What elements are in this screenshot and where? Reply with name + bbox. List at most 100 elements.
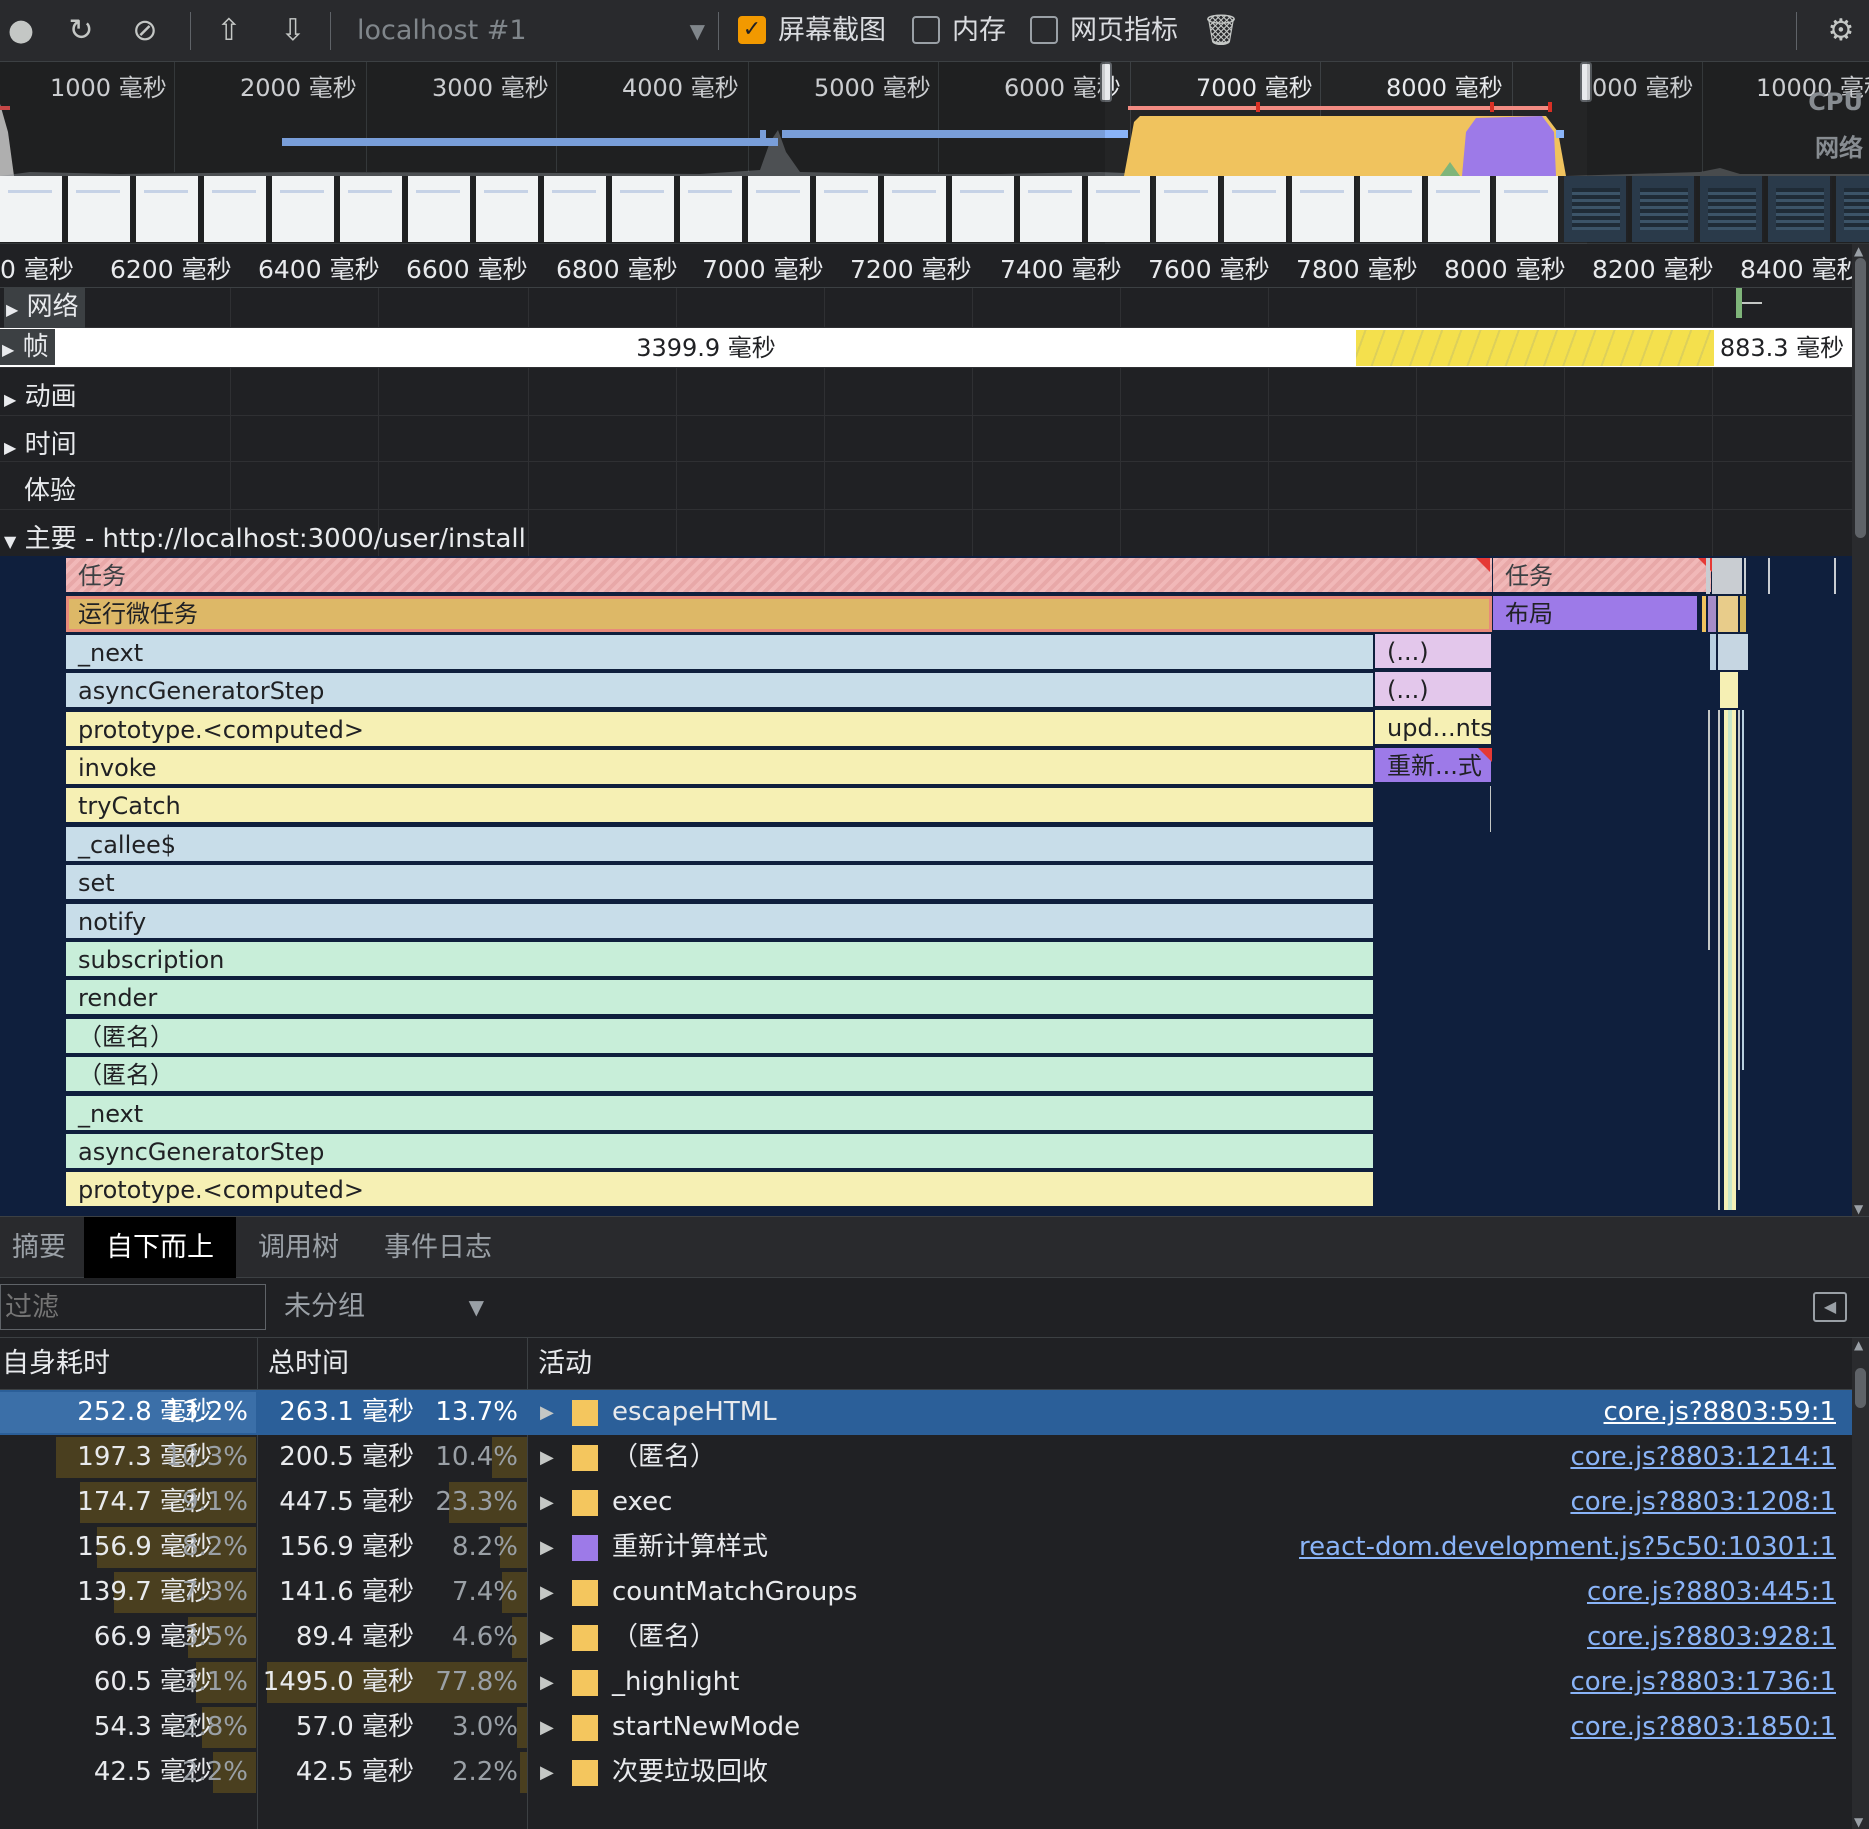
screenshot-thumbnail[interactable] <box>136 176 200 242</box>
flame-entry[interactable]: upd...nts <box>1375 710 1491 746</box>
network-track[interactable]: ▶ 网络 <box>0 288 1852 329</box>
screenshot-thumbnail[interactable] <box>1836 176 1869 242</box>
expand-row-icon[interactable]: ▶ <box>540 1705 554 1750</box>
source-link[interactable]: core.js?8803:1208:1 <box>1570 1480 1836 1525</box>
flame-entry[interactable]: subscription <box>66 942 1373 978</box>
screenshot-thumbnail[interactable] <box>408 176 472 242</box>
flame-entry[interactable]: _next <box>66 1095 1373 1132</box>
expand-row-icon[interactable]: ▶ <box>540 1480 554 1525</box>
screenshot-thumbnail[interactable] <box>544 176 608 242</box>
screenshot-thumbnail[interactable] <box>1700 176 1764 242</box>
grouping-select[interactable]: 未分组 ▼ <box>284 1284 484 1330</box>
flame-entry[interactable]: set <box>66 865 1373 902</box>
reload-record-icon[interactable]: ↻ <box>62 12 100 50</box>
expand-row-icon[interactable]: ▶ <box>540 1390 554 1435</box>
expand-row-icon[interactable]: ▶ <box>540 1660 554 1705</box>
source-link[interactable]: core.js?8803:445:1 <box>1587 1570 1836 1615</box>
table-row[interactable]: 197.3 毫秒 10.3% 200.5 毫秒 10.4% ▶ （匿名） core.js?8… <box>0 1435 1852 1480</box>
screenshot-thumbnail[interactable] <box>68 176 132 242</box>
screenshots-checkbox[interactable]: ✓ <box>738 16 766 44</box>
recording-target-select[interactable]: localhost #1 ▼ <box>345 10 705 52</box>
screenshot-thumbnail[interactable] <box>1768 176 1832 242</box>
flame-entry[interactable]: prototype.<computed> <box>66 1172 1373 1209</box>
screenshot-thumbnail[interactable] <box>1156 176 1220 242</box>
clear-icon[interactable]: ⊘ <box>126 12 164 50</box>
frame-duration[interactable]: 883.3 毫秒 <box>1716 330 1848 366</box>
timings-track[interactable]: ▶ 时间 <box>0 416 1852 462</box>
flame-entry[interactable]: asyncGeneratorStep <box>66 1134 1373 1170</box>
flame-entry[interactable]: notify <box>66 903 1373 940</box>
animations-track-label[interactable]: ▶ 动画 <box>4 376 77 413</box>
flame-entry[interactable]: tryCatch <box>66 788 1373 825</box>
table-row[interactable]: 42.5 毫秒 2.2% 42.5 毫秒 2.2% ▶ 次要垃圾回收 <box>0 1750 1852 1795</box>
expand-row-icon[interactable]: ▶ <box>540 1525 554 1570</box>
sidebar-toggle-icon[interactable]: ◀ <box>1813 1292 1847 1322</box>
tab-call-tree[interactable]: 调用树 <box>246 1217 351 1279</box>
flame-entry[interactable]: _callee$ <box>66 826 1373 863</box>
record-icon[interactable]: ● <box>2 12 40 50</box>
flame-entry[interactable]: 任务 <box>66 558 1492 594</box>
animations-track[interactable]: ▶ 动画 <box>0 368 1852 416</box>
main-thread-label[interactable]: ▼ 主要 - http://localhost:3000/user/instal… <box>4 518 526 555</box>
screenshot-thumbnail[interactable] <box>1292 176 1356 242</box>
table-row[interactable]: 60.5 毫秒 3.1% 1495.0 毫秒 77.8% ▶ _highlight core… <box>0 1660 1852 1705</box>
network-track-label[interactable]: ▶ 网络 <box>4 288 85 329</box>
trash-icon[interactable]: 🗑 <box>1202 12 1240 50</box>
flame-entry[interactable]: asyncGeneratorStep <box>66 673 1373 710</box>
screenshot-thumbnail[interactable] <box>340 176 404 242</box>
flame-entry[interactable]: （匿名） <box>66 1018 1373 1055</box>
table-row[interactable]: 66.9 毫秒 3.5% 89.4 毫秒 4.6% ▶ （匿名） core.js?8803:… <box>0 1615 1852 1660</box>
table-scrollbar-thumb[interactable] <box>1855 1368 1866 1408</box>
table-row[interactable]: 252.8 毫秒 13.2% 263.1 毫秒 13.7% ▶ escapeHTML cor… <box>0 1390 1852 1435</box>
flame-entry[interactable]: 任务 <box>1493 558 1711 594</box>
source-link[interactable]: core.js?8803:59:1 <box>1604 1390 1836 1435</box>
screenshot-thumbnail[interactable] <box>816 176 880 242</box>
tab-bottom-up[interactable]: 自下而上 <box>84 1217 236 1279</box>
screenshot-thumbnail[interactable] <box>204 176 268 242</box>
table-row[interactable]: 139.7 毫秒 7.3% 141.6 毫秒 7.4% ▶ countMatchGroup… <box>0 1570 1852 1615</box>
timeline-overview[interactable]: 1000 毫秒 2000 毫秒 3000 毫秒 4000 毫秒 5000 毫秒 … <box>0 62 1869 244</box>
screenshot-thumbnail[interactable] <box>1564 176 1628 242</box>
download-icon[interactable]: ⇩ <box>274 12 312 50</box>
filter-input[interactable] <box>0 1284 266 1330</box>
frame-duration[interactable]: 3399.9 毫秒 <box>56 330 1356 366</box>
experience-track[interactable]: 体验 <box>0 462 1852 510</box>
flame-entry[interactable]: render <box>66 980 1373 1017</box>
scroll-up-icon[interactable]: ▲ <box>1854 244 1863 258</box>
screenshot-thumbnail[interactable] <box>1020 176 1084 242</box>
flame-scrollbar[interactable]: ▲ ▼ <box>1852 244 1869 1216</box>
flame-entry[interactable]: prototype.<computed> <box>66 711 1373 748</box>
expand-row-icon[interactable]: ▶ <box>540 1615 554 1660</box>
frames-track-label[interactable]: ▶ 帧 <box>0 329 55 365</box>
screenshot-thumbnail[interactable] <box>612 176 676 242</box>
timings-track-label[interactable]: ▶ 时间 <box>4 424 77 461</box>
expand-row-icon[interactable]: ▶ <box>540 1570 554 1615</box>
frames-track[interactable]: ▶ 帧 3399.9 毫秒 883.3 毫秒 <box>0 328 1852 368</box>
flame-scrollbar-thumb[interactable] <box>1855 258 1866 538</box>
screenshot-thumbnail[interactable] <box>1088 176 1152 242</box>
gear-icon[interactable]: ⚙ <box>1822 12 1860 50</box>
scroll-up-icon[interactable]: ▲ <box>1854 1338 1863 1352</box>
web-vitals-checkbox[interactable] <box>1030 16 1058 44</box>
column-header-self-time[interactable]: 自身耗时 <box>0 1338 256 1390</box>
source-link[interactable]: core.js?8803:1850:1 <box>1570 1705 1836 1750</box>
screenshot-thumbnail[interactable] <box>680 176 744 242</box>
flame-entry[interactable]: (...) <box>1375 672 1491 708</box>
dropped-frames-region[interactable] <box>1356 330 1714 366</box>
column-header-total-time[interactable]: 总时间 <box>266 1338 526 1390</box>
screenshot-thumbnail[interactable] <box>1360 176 1424 242</box>
screenshot-thumbnail[interactable] <box>748 176 812 242</box>
table-row[interactable]: 174.7 毫秒 9.1% 447.5 毫秒 23.3% ▶ exec core.js?88… <box>0 1480 1852 1525</box>
screenshot-thumbnail[interactable] <box>1632 176 1696 242</box>
memory-checkbox[interactable] <box>912 16 940 44</box>
flame-entry[interactable]: 布局 <box>1493 596 1697 632</box>
flame-entry[interactable]: _next <box>66 634 1373 671</box>
scroll-down-icon[interactable]: ▼ <box>1854 1815 1863 1829</box>
screenshot-thumbnail[interactable] <box>952 176 1016 242</box>
source-link[interactable]: core.js?8803:1736:1 <box>1570 1660 1836 1705</box>
scroll-down-icon[interactable]: ▼ <box>1854 1202 1863 1216</box>
source-link[interactable]: react-dom.development.js?5c50:10301:1 <box>1299 1525 1836 1570</box>
screenshot-thumbnail[interactable] <box>0 176 64 242</box>
tab-event-log[interactable]: 事件日志 <box>372 1217 504 1279</box>
screenshot-thumbnail[interactable] <box>1428 176 1492 242</box>
